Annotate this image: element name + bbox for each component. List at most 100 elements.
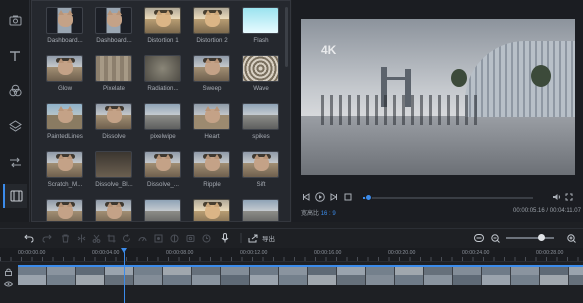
prev-frame-button[interactable] [301,192,311,202]
zoom-out-button[interactable] [490,233,500,243]
filters-tool-button[interactable] [3,78,27,102]
clip-frame [47,267,76,285]
fit-timeline-button[interactable] [474,233,484,243]
timeline-playhead[interactable] [121,248,127,303]
export-icon-button[interactable] [248,233,258,243]
effect-item[interactable] [242,199,282,221]
ruler-label: 00:00:20.00 [388,250,416,256]
timeline-ruler[interactable]: 00:00:00.00 00:00:04.00 00:00:08.00 00:00:1… [0,248,583,262]
video-tree [531,65,551,87]
zoom-slider[interactable] [506,234,554,241]
crop-icon [107,234,115,242]
clip-frame [569,267,583,285]
effects-tool-button[interactable] [3,184,27,208]
effect-item[interactable]: Sift [242,151,282,189]
effect-item[interactable]: Dissolve_Bl... [95,151,135,189]
video-crowd [321,95,481,125]
effect-thumbnail [95,199,132,221]
effect-item[interactable] [193,199,233,221]
fullscreen-icon [565,193,573,201]
freeze-button[interactable] [153,233,163,243]
export-button[interactable]: 导出 [262,233,275,243]
delete-button[interactable] [60,233,70,243]
cat-figure [107,10,122,27]
undo-button[interactable] [24,233,34,243]
effect-item[interactable]: spikes [242,103,282,141]
ruler-label: 00:00:04.00 [92,250,120,256]
zoom-slider-handle[interactable] [537,234,545,241]
effect-item[interactable]: Radiation... [144,55,184,93]
text-tool-button[interactable] [3,44,27,68]
volume-button[interactable] [551,192,561,202]
effect-thumbnail [193,55,230,82]
track-visibility-button[interactable] [2,279,14,289]
overlays-tool-button[interactable] [3,114,27,138]
effect-thumbnail [95,151,132,178]
video-preview[interactable]: 4K [301,19,575,175]
video-tree [451,69,467,87]
effect-item[interactable]: Dissolve [95,103,135,141]
effect-item[interactable]: Scratch_M... [46,151,86,189]
effect-label: Pixelate [102,85,125,92]
effect-item[interactable]: Heart [193,103,233,141]
green-screen-button[interactable] [185,233,195,243]
trash-icon [61,234,69,242]
aspect-ratio[interactable]: 宽高比 16 : 9 [301,208,336,217]
effect-item[interactable]: Pixelate [95,55,135,93]
effect-item[interactable]: PaintedLines [46,103,86,141]
effect-item[interactable]: Distortion 1 [144,7,184,45]
effect-item[interactable]: Dashboard... [95,7,135,45]
zoom-in-button[interactable] [566,233,576,243]
transitions-tool-button[interactable] [3,150,27,174]
text-icon [10,51,20,61]
next-frame-button[interactable] [329,192,339,202]
tool-rail [0,0,30,222]
effect-item[interactable]: Ripple [193,151,233,189]
playback-scrubber-handle[interactable] [365,194,373,201]
effects-scrollbar[interactable] [285,7,288,67]
effect-item[interactable]: Glow [46,55,86,93]
video-clip[interactable] [18,265,583,285]
playback-scrubber[interactable] [363,194,533,201]
effect-item[interactable]: Wave [242,55,282,93]
effect-item[interactable] [144,199,184,221]
media-tool-button[interactable] [3,8,27,32]
effect-label: Sift [256,181,266,188]
effect-item[interactable] [95,199,135,221]
clip-frame [511,267,540,285]
track-lock-button[interactable] [2,267,14,277]
ruler-label: 00:00:24.00 [462,250,490,256]
redo-button[interactable] [42,233,52,243]
speed-button[interactable] [137,233,147,243]
effect-item[interactable]: Flash [242,7,282,45]
cat-figure [205,106,220,123]
color-button[interactable] [169,233,179,243]
effect-label: Distortion 2 [196,37,228,44]
duration-button[interactable] [201,233,211,243]
record-voice-button[interactable] [220,233,230,243]
divider-icon [240,233,242,243]
playback-controls [301,192,575,204]
effect-item[interactable]: Dissolve_... [144,151,184,189]
stop-button[interactable] [343,192,353,202]
effect-item[interactable] [46,199,86,221]
video-bridge [385,77,407,80]
fullscreen-button[interactable] [564,192,574,202]
aspect-ratio-label: 宽高比 [301,211,320,217]
effect-item[interactable]: Distortion 2 [193,7,233,45]
cut-button[interactable] [91,233,101,243]
clip-frame [337,267,366,285]
effect-label: Sweep [202,85,222,92]
ruler-label: 00:00:16.00 [314,250,342,256]
eye-icon [3,281,13,287]
undo-icon [24,234,34,242]
split-button[interactable] [76,233,86,243]
play-button[interactable] [315,192,325,202]
effect-item[interactable]: Dashboard... [46,7,86,45]
rotate-button[interactable] [121,233,131,243]
cat-figure [58,106,73,123]
effect-item[interactable]: Sweep [193,55,233,93]
effect-item[interactable]: pixelwipe [144,103,184,141]
crop-button[interactable] [106,233,116,243]
timeline-toolbar: 导出 [0,228,583,246]
